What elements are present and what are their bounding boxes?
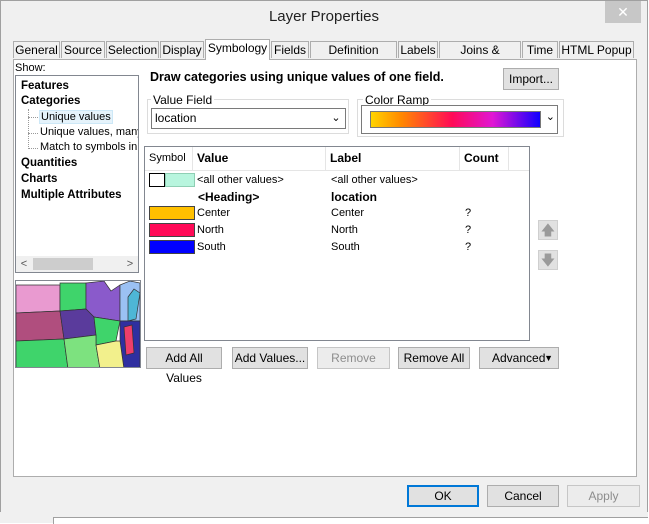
symbology-preview-map xyxy=(15,280,141,368)
tab-fields[interactable]: Fields xyxy=(271,41,309,58)
tab-html-popup[interactable]: HTML Popup xyxy=(559,41,634,58)
tab-general[interactable]: General xyxy=(13,41,60,58)
value-field-select[interactable]: location ⌄ xyxy=(151,108,346,129)
advanced-label: Advanced xyxy=(492,351,546,365)
scrollbar-thumb[interactable] xyxy=(33,258,93,270)
tree-item-quantities[interactable]: Quantities xyxy=(21,157,77,169)
symbol-swatch[interactable] xyxy=(149,223,195,237)
table-header: Symbol Value Label Count xyxy=(145,147,529,171)
cancel-button[interactable]: Cancel xyxy=(487,485,559,507)
row-value: Center xyxy=(197,207,231,219)
row-value: South xyxy=(197,241,226,253)
row-count: ? xyxy=(465,224,472,236)
tree-horizontal-scrollbar[interactable]: < > xyxy=(16,256,138,272)
symbol-swatch[interactable] xyxy=(165,173,195,187)
row-checkbox[interactable] xyxy=(149,173,165,187)
column-header-label[interactable]: Label xyxy=(326,147,460,170)
tree-item-unique-values-many[interactable]: Unique values, many xyxy=(40,126,138,138)
move-down-button[interactable]: 🡇 xyxy=(538,250,558,270)
row-value: <Heading> xyxy=(198,190,260,204)
row-count: ? xyxy=(465,241,472,253)
tab-labels[interactable]: Labels xyxy=(398,41,438,58)
scroll-right-icon[interactable]: > xyxy=(122,256,138,272)
arrow-down-icon[interactable]: 🡇 xyxy=(541,252,555,268)
symbology-description: Draw categories using unique values of o… xyxy=(150,70,444,84)
tree-item-charts[interactable]: Charts xyxy=(21,173,57,185)
tree-item-features[interactable]: Features xyxy=(21,80,69,92)
row-label: Center xyxy=(331,207,365,219)
row-label: North xyxy=(331,224,358,236)
tab-selection[interactable]: Selection xyxy=(106,41,159,58)
close-icon[interactable]: ✕ xyxy=(617,4,629,20)
value-field-value: location xyxy=(155,111,197,125)
scroll-left-icon[interactable]: < xyxy=(16,256,32,272)
row-label: location xyxy=(331,190,378,204)
add-values-button[interactable]: Add Values... xyxy=(232,347,308,369)
color-ramp-swatch xyxy=(370,111,541,128)
title-bar: Layer Properties ✕ xyxy=(1,1,647,33)
add-all-values-button[interactable]: Add All Values xyxy=(146,347,222,385)
show-tree[interactable]: Features Categories Unique values Unique… xyxy=(15,75,139,273)
row-label: <all other values> xyxy=(331,174,418,186)
tab-source[interactable]: Source xyxy=(61,41,105,58)
arrow-up-icon[interactable]: 🡅 xyxy=(541,222,555,238)
row-value: North xyxy=(197,224,224,236)
tree-connector xyxy=(28,117,38,118)
value-field-label: Value Field xyxy=(151,93,215,107)
apply-button[interactable]: Apply xyxy=(567,485,640,507)
window-title: Layer Properties xyxy=(268,8,380,25)
import-button[interactable]: Import... xyxy=(503,68,559,90)
row-label: South xyxy=(331,241,360,253)
column-header-count[interactable]: Count xyxy=(460,147,509,170)
tab-display[interactable]: Display xyxy=(160,41,204,58)
move-up-button[interactable]: 🡅 xyxy=(538,220,558,240)
chevron-down-icon[interactable]: ⌄ xyxy=(546,110,555,123)
tree-connector xyxy=(28,148,38,149)
dropdown-arrow-icon[interactable]: ▼ xyxy=(544,348,553,368)
show-label: Show: xyxy=(15,62,46,74)
symbol-swatch[interactable] xyxy=(149,240,195,254)
tree-item-categories[interactable]: Categories xyxy=(21,95,80,107)
row-value: <all other values> xyxy=(197,174,284,186)
tree-item-match-to-symbols[interactable]: Match to symbols in a xyxy=(40,141,138,153)
tree-item-multiple-attributes[interactable]: Multiple Attributes xyxy=(21,189,122,201)
remove-all-button[interactable]: Remove All xyxy=(398,347,470,369)
symbol-swatch[interactable] xyxy=(149,206,195,220)
column-header-symbol[interactable]: Symbol xyxy=(145,147,193,170)
tab-definition-query[interactable]: Definition Query xyxy=(310,41,397,74)
close-button[interactable]: ✕ xyxy=(605,1,641,23)
ok-button[interactable]: OK xyxy=(407,485,479,507)
tab-time[interactable]: Time xyxy=(522,41,558,58)
advanced-button[interactable]: Advanced ▼ xyxy=(479,347,559,369)
layer-properties-window: Layer Properties ✕ General Source Select… xyxy=(0,0,648,523)
row-count: ? xyxy=(465,207,472,219)
tree-item-unique-values[interactable]: Unique values xyxy=(39,110,113,124)
remove-button[interactable]: Remove xyxy=(317,347,390,369)
color-ramp-select[interactable]: ⌄ xyxy=(361,105,558,134)
column-header-value[interactable]: Value xyxy=(193,147,326,170)
tab-symbology[interactable]: Symbology xyxy=(205,39,270,60)
tree-connector xyxy=(28,133,38,134)
unique-values-table[interactable]: Symbol Value Label Count <all other valu… xyxy=(144,146,530,341)
tab-joins-relates[interactable]: Joins & Relates xyxy=(439,41,521,74)
tree-connector xyxy=(28,109,30,149)
chevron-down-icon[interactable]: ⌄ xyxy=(329,109,343,128)
